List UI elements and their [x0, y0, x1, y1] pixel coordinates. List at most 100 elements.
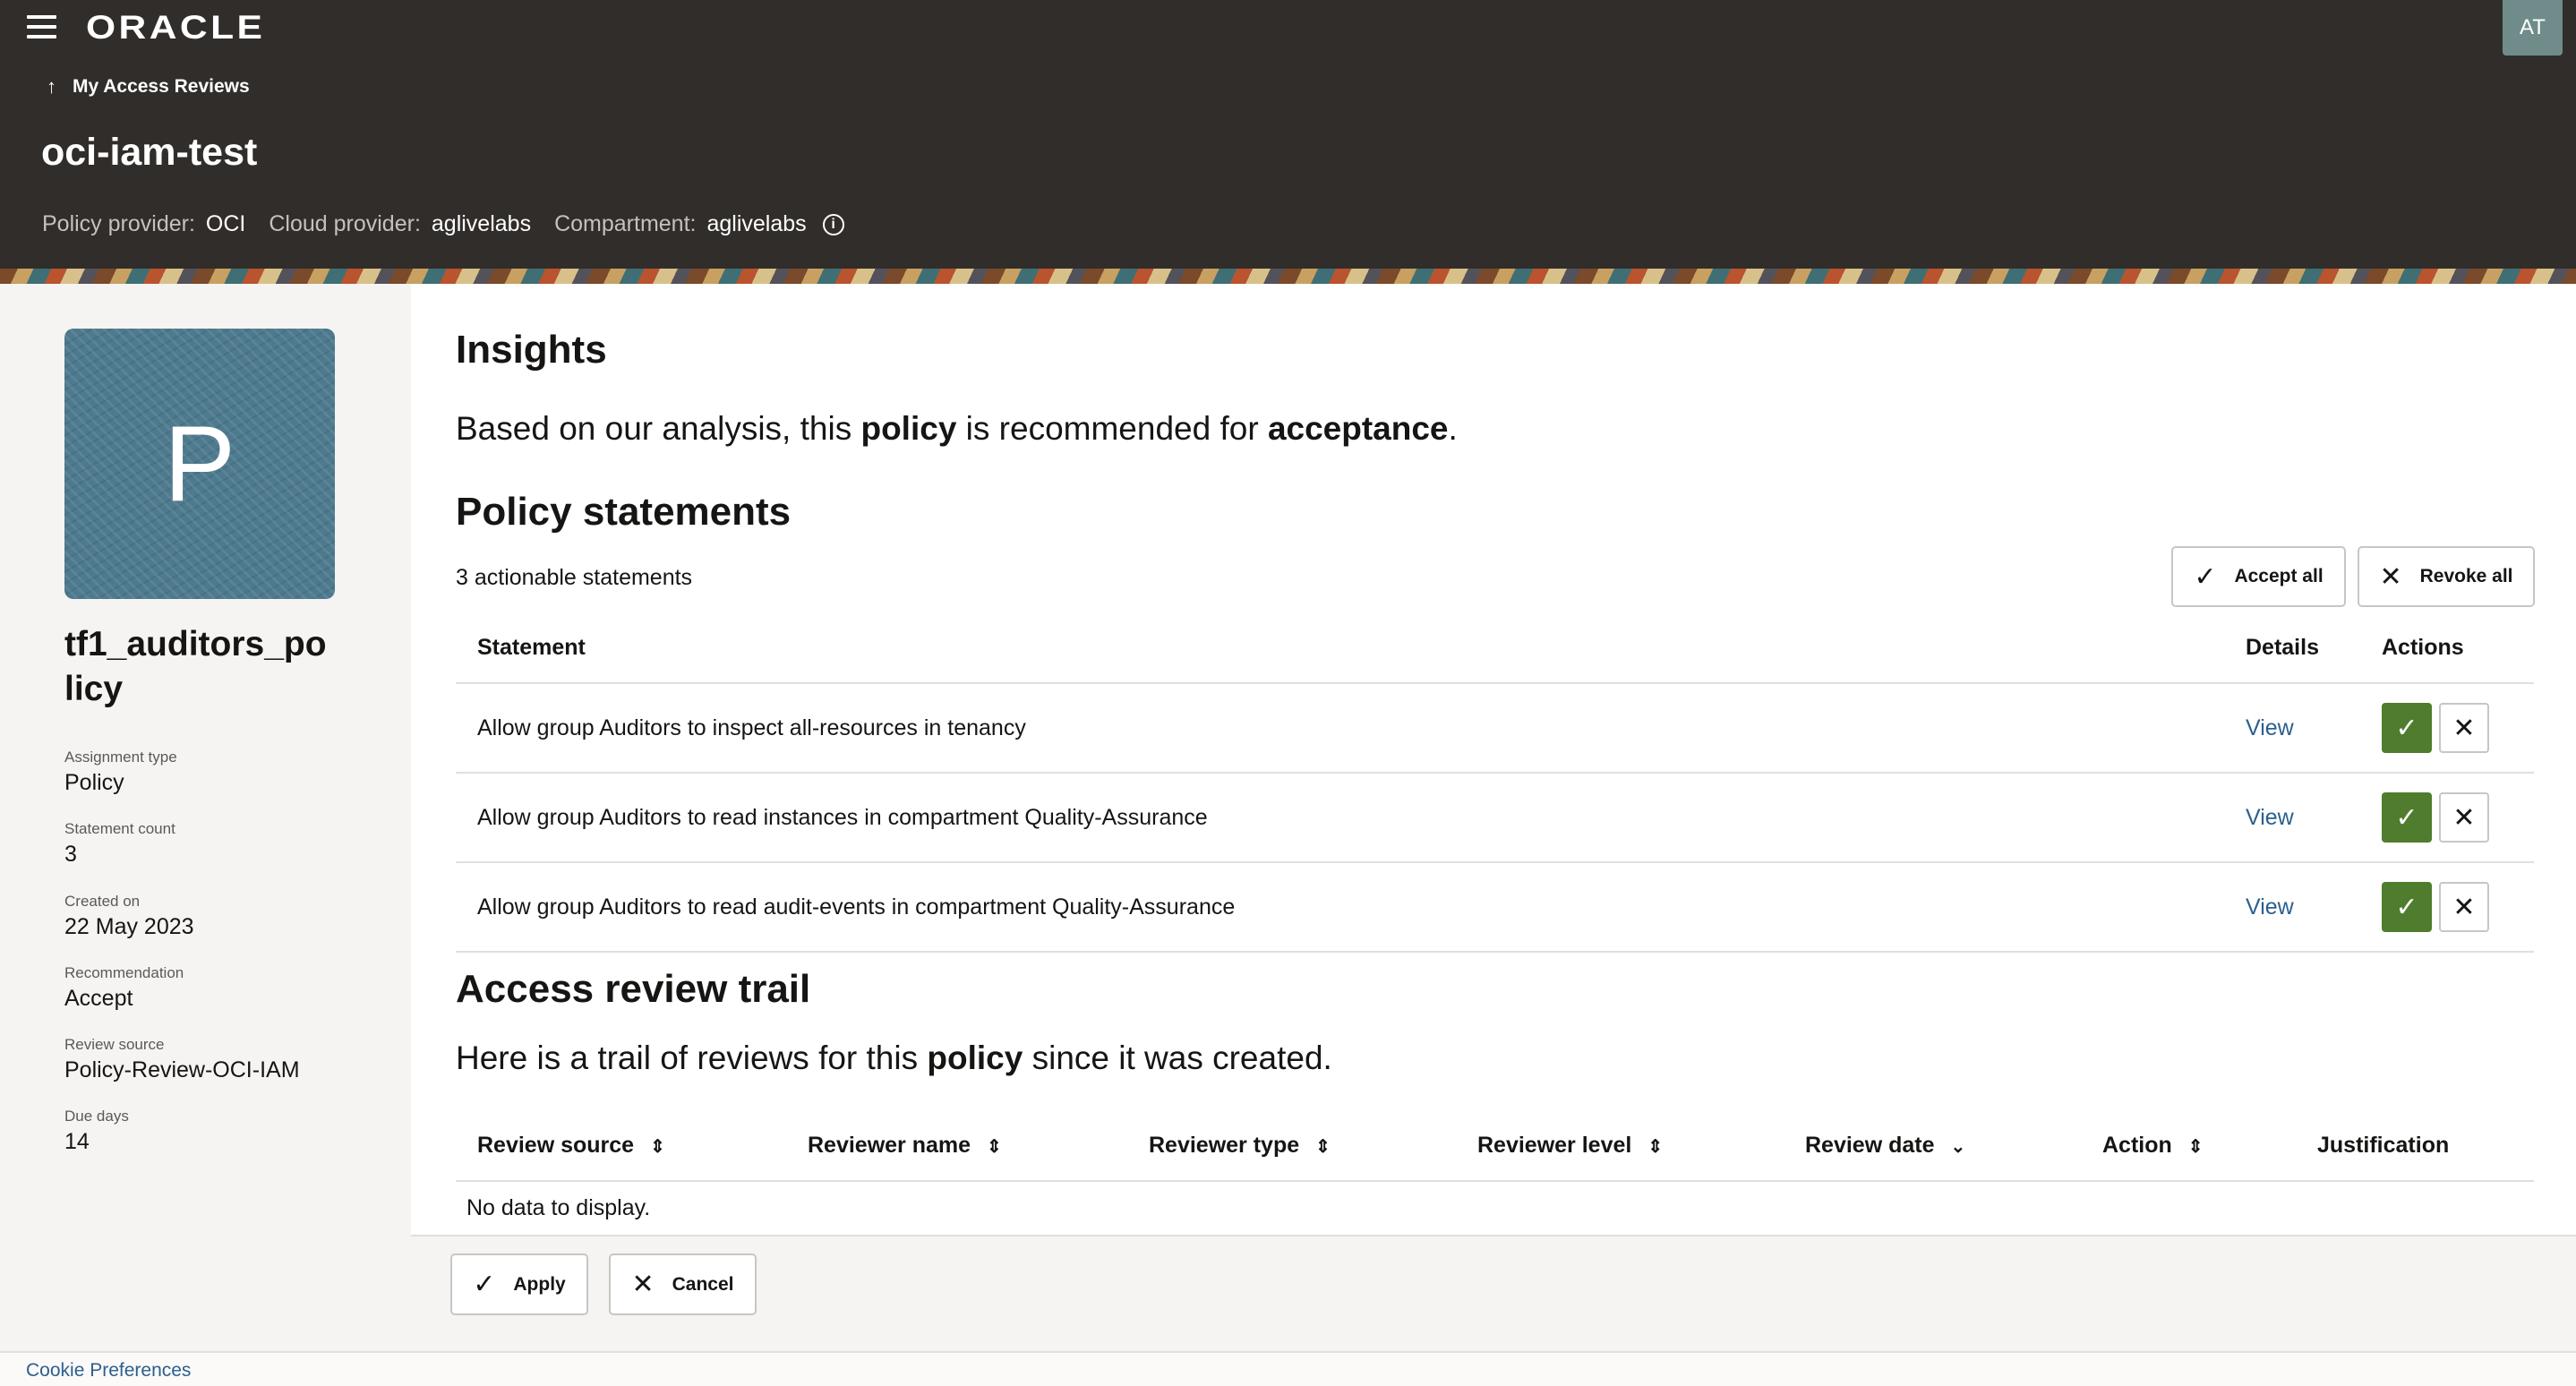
table-row: Allow group Auditors to inspect all-reso…	[456, 683, 2534, 774]
trail-text-part: Here is a trail of reviews for this	[456, 1040, 928, 1076]
attr-label: Due days	[64, 1108, 129, 1125]
column-header-review-source[interactable]: Review source ⇕	[456, 1110, 786, 1182]
attr-value: 3	[64, 842, 77, 867]
close-icon: ✕	[2379, 561, 2402, 592]
view-details-link[interactable]: View	[2246, 715, 2294, 740]
attr-label: Recommendation	[64, 964, 184, 981]
no-data-message: No data to display.	[466, 1194, 651, 1220]
close-icon: ✕	[631, 1270, 655, 1299]
policy-statements-heading: Policy statements	[456, 490, 792, 534]
action-footer: ✓ Apply ✕ Cancel	[411, 1235, 2576, 1355]
table-row: Allow group Auditors to read audit-event…	[456, 862, 2534, 953]
revoke-statement-button[interactable]: ✕	[2439, 703, 2489, 753]
column-label: Action	[2102, 1132, 2172, 1158]
check-icon: ✓	[2395, 713, 2418, 743]
column-header-action[interactable]: Action ⇕	[2081, 1110, 2296, 1182]
revoke-all-button[interactable]: ✕ Revoke all	[2358, 546, 2535, 607]
info-icon[interactable]: i	[822, 213, 844, 235]
sort-icon: ⇕	[650, 1136, 665, 1157]
check-icon: ✓	[2194, 561, 2217, 592]
sort-icon: ⇕	[2187, 1136, 2204, 1157]
due-days: Due days 14	[64, 1108, 129, 1155]
review-source: Review source Policy-Review-OCI-IAM	[64, 1036, 300, 1083]
decorative-banner	[0, 269, 2576, 284]
back-link[interactable]: ↑ My Access Reviews	[47, 75, 250, 98]
trail-text-part: since it was created.	[1023, 1040, 1332, 1076]
accept-all-button[interactable]: ✓ Accept all	[2171, 546, 2346, 607]
column-header-reviewer-type[interactable]: Reviewer type ⇕	[1127, 1110, 1456, 1182]
check-icon: ✓	[473, 1270, 496, 1299]
insights-text-part: .	[1448, 410, 1458, 447]
apply-label: Apply	[513, 1273, 566, 1295]
statement-cell: Allow group Auditors to read audit-event…	[456, 862, 2246, 953]
arrow-up-icon: ↑	[47, 75, 56, 98]
check-icon: ✓	[2395, 802, 2418, 833]
column-label: Review date	[1805, 1132, 1935, 1158]
policy-provider-label: Policy provider:	[42, 211, 195, 236]
column-label: Reviewer name	[808, 1132, 971, 1158]
trail-bold-policy: policy	[927, 1040, 1023, 1076]
revoke-statement-button[interactable]: ✕	[2439, 792, 2489, 843]
revoke-all-label: Revoke all	[2419, 566, 2513, 586]
column-header-reviewer-level[interactable]: Reviewer level ⇕	[1456, 1110, 1784, 1182]
attr-label: Created on	[64, 893, 141, 910]
hamburger-menu-icon[interactable]	[27, 15, 56, 38]
sort-icon: ⇕	[1647, 1136, 1664, 1157]
policy-provider-value: OCI	[205, 211, 246, 236]
chevron-down-icon: ⌄	[1950, 1136, 1966, 1157]
table-header-row: Statement Details Actions	[456, 612, 2534, 684]
user-avatar-button[interactable]: AT	[2503, 0, 2563, 56]
oracle-logo: ORACLE	[86, 9, 266, 46]
attr-label: Assignment type	[64, 749, 177, 766]
policy-avatar-tile: P	[64, 329, 335, 599]
attr-value: Policy-Review-OCI-IAM	[64, 1057, 300, 1082]
insights-text-part: Based on our analysis, this	[456, 410, 861, 447]
cookie-preferences-link[interactable]: Cookie Preferences	[26, 1360, 191, 1382]
view-details-link[interactable]: View	[2246, 894, 2294, 920]
cloud-provider-value: aglivelabs	[431, 211, 532, 236]
review-trail-table: Review source ⇕ Reviewer name ⇕ Reviewer t…	[456, 1110, 2534, 1234]
attr-label: Review source	[64, 1036, 165, 1053]
statement-count: Statement count 3	[64, 820, 175, 868]
column-label: Reviewer level	[1477, 1132, 1632, 1158]
cookie-bar: Cookie Preferences	[0, 1351, 2576, 1386]
cloud-provider-label: Cloud provider:	[269, 211, 421, 236]
compartment-label: Compartment:	[554, 211, 697, 236]
apply-button[interactable]: ✓ Apply	[450, 1253, 588, 1315]
access-review-trail-heading: Access review trail	[456, 967, 811, 1011]
provider-meta: Policy provider: OCI Cloud provider: agl…	[42, 211, 844, 237]
statement-cell: Allow group Auditors to read instances i…	[456, 773, 2246, 863]
cancel-button[interactable]: ✕ Cancel	[609, 1253, 757, 1315]
table-header-row: Review source ⇕ Reviewer name ⇕ Reviewer t…	[456, 1110, 2534, 1182]
close-icon: ✕	[2452, 713, 2476, 743]
close-icon: ✕	[2452, 802, 2476, 833]
column-header-reviewer-name[interactable]: Reviewer name ⇕	[786, 1110, 1127, 1182]
page-header: ORACLE AT ↑ My Access Reviews oci-iam-te…	[0, 0, 2576, 269]
accept-all-label: Accept all	[2234, 566, 2324, 586]
policy-statements-table: Statement Details Actions Allow group Au…	[456, 612, 2534, 953]
policy-name: tf1_auditors_policy	[64, 625, 327, 708]
accept-statement-button[interactable]: ✓	[2382, 792, 2432, 843]
view-details-link[interactable]: View	[2246, 805, 2294, 830]
assignment-type: Assignment type Policy	[64, 749, 177, 796]
check-icon: ✓	[2395, 892, 2418, 922]
column-header-statement: Statement	[456, 612, 2246, 684]
column-header-details: Details	[2246, 612, 2360, 684]
recommendation: Recommendation Accept	[64, 964, 184, 1012]
back-link-label: My Access Reviews	[73, 76, 250, 97]
created-on: Created on 22 May 2023	[64, 893, 194, 940]
revoke-statement-button[interactable]: ✕	[2439, 882, 2489, 932]
insights-text-part: is recommended for	[956, 410, 1268, 447]
sort-icon: ⇕	[1315, 1136, 1331, 1157]
accept-statement-button[interactable]: ✓	[2382, 882, 2432, 932]
column-header-review-date[interactable]: Review date ⌄	[1784, 1110, 2081, 1182]
empty-row: No data to display.	[456, 1181, 2534, 1234]
details-sidebar: P tf1_auditors_policy Assignment type Po…	[0, 284, 411, 1353]
attr-value: Policy	[64, 770, 124, 795]
accept-statement-button[interactable]: ✓	[2382, 703, 2432, 753]
attr-value: 22 May 2023	[64, 914, 194, 939]
attr-value: Accept	[64, 986, 133, 1011]
insights-text: Based on our analysis, this policy is re…	[456, 410, 1458, 448]
actionable-count: 3 actionable statements	[456, 565, 693, 590]
trail-text: Here is a trail of reviews for this poli…	[456, 1040, 1332, 1077]
